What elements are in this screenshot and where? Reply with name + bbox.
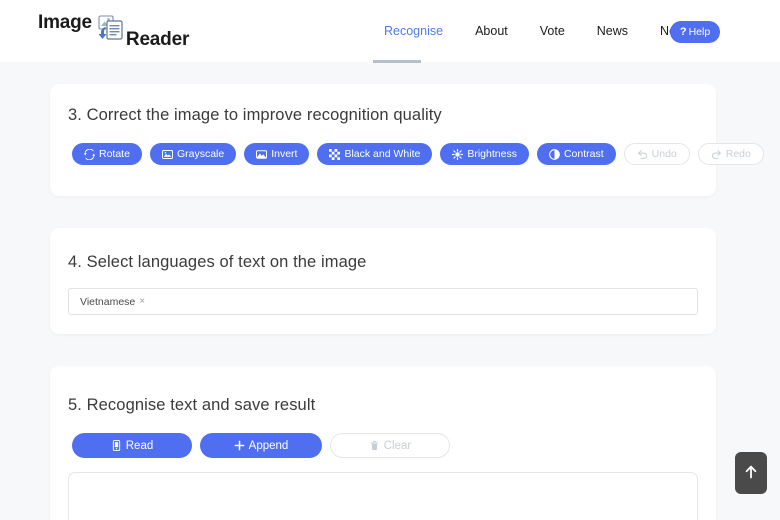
rotate-button-label: Rotate (99, 148, 130, 160)
brightness-button[interactable]: Brightness (440, 143, 529, 165)
grayscale-button[interactable]: Grayscale (149, 143, 237, 165)
close-icon[interactable]: × (139, 296, 145, 307)
plus-icon (234, 440, 245, 451)
languages-section-title: 4. Select languages of text on the image (68, 253, 367, 271)
rotate-button[interactable]: Rotate (72, 143, 142, 165)
arrow-up-icon (743, 464, 759, 483)
help-button[interactable]: ? Help (670, 21, 720, 43)
scroll-to-top-button[interactable] (735, 452, 767, 494)
language-tag-label: Vietnamese (80, 295, 136, 308)
site-header: Image Reader Recognise About Vote News N… (0, 0, 780, 63)
recognised-text-area[interactable] (68, 472, 698, 520)
read-button-label: Read (125, 439, 154, 452)
invert-icon (256, 149, 268, 160)
language-tag-vietnamese[interactable]: Vietnamese × (75, 293, 151, 310)
help-button-label: Help (688, 26, 711, 38)
document-image-icon (93, 14, 127, 48)
contrast-icon (549, 148, 560, 160)
checkerboard-icon (329, 148, 341, 160)
nav-item-vote[interactable]: Vote (524, 24, 581, 38)
logo-text-reader: Reader (125, 29, 190, 50)
undo-button-label: Undo (651, 148, 677, 160)
rotate-icon (84, 148, 95, 160)
undo-icon (637, 149, 648, 160)
append-button[interactable]: Append (200, 433, 322, 458)
brightness-icon (452, 148, 464, 160)
site-logo[interactable]: Image Reader (38, 8, 189, 54)
logo-text-image: Image (38, 12, 92, 33)
black-and-white-button-label: Black and White (344, 148, 421, 160)
contrast-button[interactable]: Contrast (536, 143, 616, 165)
undo-button[interactable]: Undo (623, 143, 690, 165)
book-icon (111, 440, 122, 451)
recognise-result-card: 5. Recognise text and save result Read A… (50, 366, 716, 520)
read-button[interactable]: Read (72, 433, 192, 458)
redo-button[interactable]: Redo (697, 143, 764, 165)
question-mark-icon: ? (679, 26, 687, 38)
active-tab-indicator (373, 60, 421, 63)
result-section-title: 5. Recognise text and save result (68, 396, 316, 414)
invert-button[interactable]: Invert (244, 143, 310, 165)
grayscale-button-label: Grayscale (176, 148, 225, 160)
correct-section-title: 3. Correct the image to improve recognit… (68, 106, 442, 124)
correct-image-card: 3. Correct the image to improve recognit… (50, 84, 764, 196)
nav-item-news[interactable]: News (581, 24, 644, 38)
append-button-label: Append (248, 439, 289, 452)
image-correction-toolbar: Rotate Grayscale Invert Black and White … (72, 143, 764, 165)
brightness-button-label: Brightness (467, 148, 517, 160)
redo-button-label: Redo (725, 148, 751, 160)
language-select-input[interactable]: Vietnamese × (68, 288, 698, 315)
trash-icon (369, 440, 380, 451)
clear-button-label: Clear (383, 439, 412, 452)
nav-item-recognise[interactable]: Recognise (368, 24, 459, 38)
result-toolbar: Read Append Clear (72, 433, 450, 458)
black-and-white-button[interactable]: Black and White (317, 143, 433, 165)
clear-button[interactable]: Clear (330, 433, 450, 458)
invert-button-label: Invert (271, 148, 298, 160)
contrast-button-label: Contrast (563, 148, 604, 160)
nav-item-about[interactable]: About (459, 24, 524, 38)
select-languages-card: 4. Select languages of text on the image… (50, 228, 716, 334)
image-icon (161, 149, 173, 160)
redo-icon (711, 149, 722, 160)
